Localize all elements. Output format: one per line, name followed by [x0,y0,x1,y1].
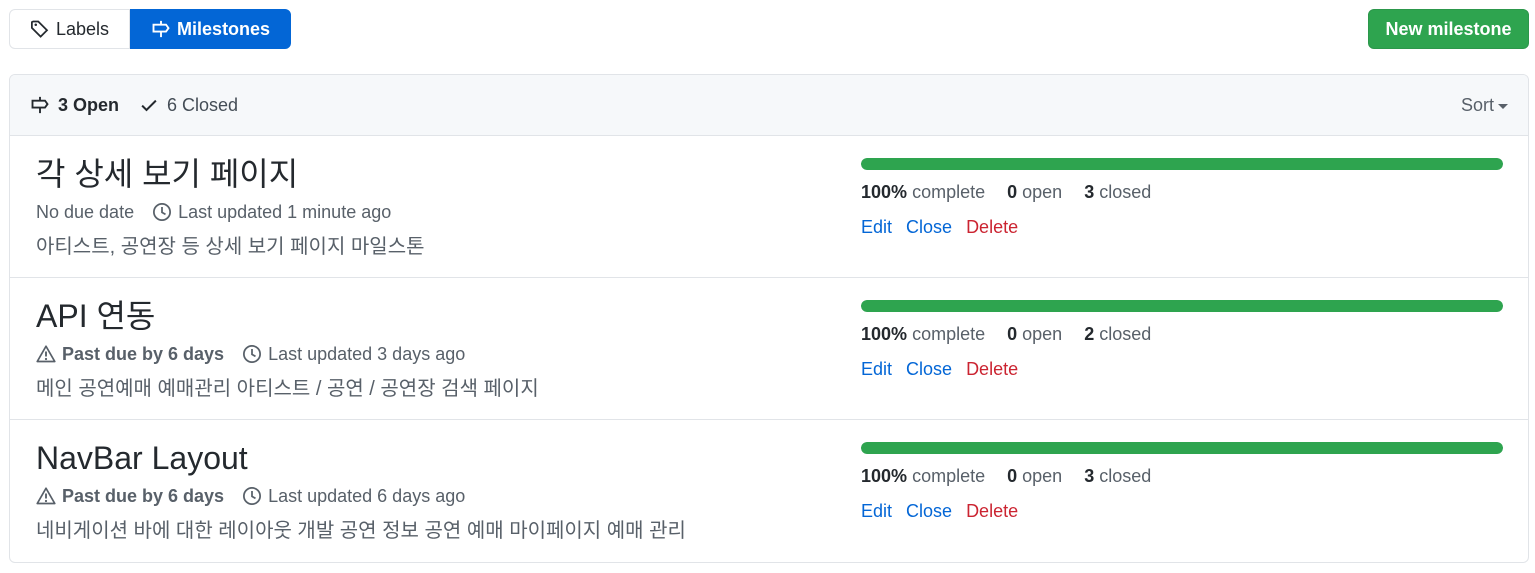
open-milestones-filter[interactable]: 3 Open [30,95,119,116]
labels-tab[interactable]: Labels [9,9,131,49]
sort-dropdown[interactable]: Sort [1461,75,1508,136]
alert-icon [36,345,56,363]
new-milestone-button[interactable]: New milestone [1368,9,1529,49]
open-count: 3 Open [58,94,120,115]
last-updated-text: Last updated 1 minute ago [178,201,392,222]
closed-count: 6 Closed [167,94,239,115]
milestone-icon [31,96,49,114]
edit-link[interactable]: Edit [861,359,892,380]
close-link[interactable]: Close [906,501,952,522]
milestone-row: API 연동 Past due by 6 days Last updated 3… [10,278,1528,420]
milestone-meta: Past due by 6 days Last updated 3 days a… [36,342,816,366]
milestone-title[interactable]: API 연동 [36,296,155,336]
clock-icon [243,487,262,505]
milestones-toolbar: Labels Milestones New milestone [9,9,1529,49]
due-date: Past due by 6 days [36,344,224,365]
milestone-description: 아티스트, 공연장 등 상세 보기 페이지 마일스톤 [36,236,425,258]
milestones-tab-label: Milestones [177,18,271,39]
delete-link[interactable]: Delete [966,359,1018,380]
due-date: No due date [36,201,135,222]
milestone-description: 메인 공연예매 예매관리 아티스트 / 공연 / 공연장 검색 페이지 [36,378,539,400]
delete-link[interactable]: Delete [966,217,1018,238]
progress-bar [861,442,1503,454]
milestone-meta: No due date Last updated 1 minute ago [36,200,816,224]
sort-label: Sort [1460,95,1494,115]
percent-complete: 100% complete [861,324,986,344]
percent-complete: 100% complete [861,466,986,486]
last-updated-text: Last updated 6 days ago [268,485,466,506]
open-issues-count[interactable]: 0 open [1007,466,1062,487]
milestone-stats: 100% complete 0 open 3 closed [861,466,1503,487]
progress-bar [861,300,1503,312]
milestone-stats: 100% complete 0 open 2 closed [861,324,1503,345]
edit-link[interactable]: Edit [861,501,892,522]
milestone-description: 네비게이션 바에 대한 레이아웃 개발 공연 정보 공연 예매 마이페이지 예매… [36,520,686,542]
edit-link[interactable]: Edit [861,217,892,238]
open-issues-count[interactable]: 0 open [1007,324,1062,345]
milestone-row: 각 상세 보기 페이지 No due date Last updated 1 m… [10,136,1528,278]
progress-fill [861,158,1503,170]
clock-icon [243,345,262,363]
milestone-title[interactable]: 각 상세 보기 페이지 [36,154,298,194]
due-date: Past due by 6 days [36,486,224,507]
milestones-list-header: 3 Open 6 Closed Sort [10,75,1528,136]
milestones-list: 3 Open 6 Closed Sort 각 상세 보기 페이지 No due … [9,74,1529,563]
closed-issues-count[interactable]: 3 closed [1084,466,1151,487]
alert-icon [36,487,56,505]
tag-icon [31,20,49,38]
close-link[interactable]: Close [906,359,952,380]
labels-tab-label: Labels [56,18,110,39]
closed-issues-count[interactable]: 2 closed [1084,324,1151,345]
last-updated: Last updated 1 minute ago [152,202,391,223]
closed-milestones-filter[interactable]: 6 Closed [139,95,238,116]
milestone-stats: 100% complete 0 open 3 closed [861,182,1503,203]
milestone-row: NavBar Layout Past due by 6 days Last up… [10,420,1528,562]
labels-milestones-switcher: Labels Milestones [9,9,292,49]
milestone-actions: Edit Close Delete [861,359,1503,380]
percent-complete: 100% complete [861,182,986,202]
caret-down-icon [1498,104,1508,109]
clock-icon [153,203,172,221]
close-link[interactable]: Close [906,217,952,238]
progress-fill [861,300,1503,312]
milestones-tab[interactable]: Milestones [130,9,292,49]
milestone-actions: Edit Close Delete [861,501,1503,522]
delete-link[interactable]: Delete [966,501,1018,522]
past-due-text: Past due by 6 days [62,343,225,364]
check-icon [141,99,157,112]
progress-bar [861,158,1503,170]
last-updated: Last updated 3 days ago [242,344,465,365]
last-updated-text: Last updated 3 days ago [268,343,466,364]
progress-fill [861,442,1503,454]
closed-issues-count[interactable]: 3 closed [1084,182,1151,203]
milestone-icon [152,20,170,38]
milestone-title[interactable]: NavBar Layout [36,438,248,478]
past-due-text: Past due by 6 days [62,485,225,506]
milestone-meta: Past due by 6 days Last updated 6 days a… [36,484,816,508]
open-issues-count[interactable]: 0 open [1007,182,1062,203]
last-updated: Last updated 6 days ago [242,486,465,507]
milestone-actions: Edit Close Delete [861,217,1503,238]
